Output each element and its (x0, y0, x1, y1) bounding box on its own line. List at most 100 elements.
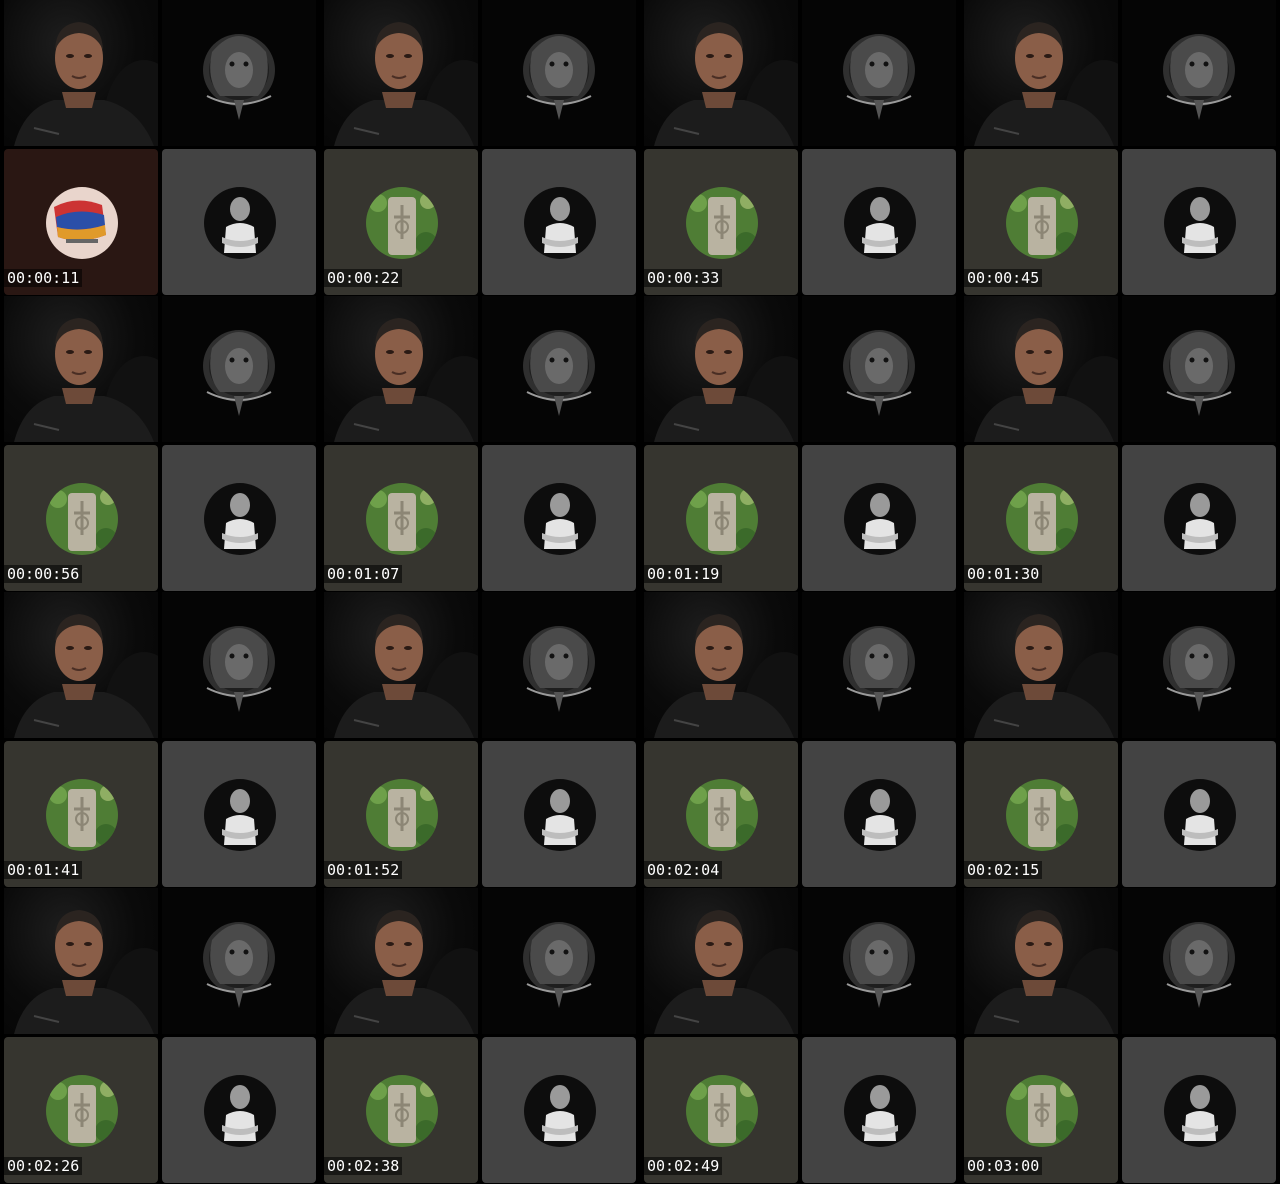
video-thumbnail: 00:02:04 (640, 592, 960, 888)
participant-tile-portrait (802, 149, 956, 295)
participant-tile-portrait (802, 1037, 956, 1183)
bw-portrait-avatar (844, 483, 916, 555)
khachkar-avatar (366, 1075, 438, 1147)
bw-portrait-avatar (204, 779, 276, 851)
participant-tile-portrait (162, 741, 316, 887)
timestamp-label: 00:01:52 (324, 861, 403, 879)
khachkar-avatar (366, 187, 438, 259)
participant-tile-portrait (802, 445, 956, 591)
participant-tile-portrait (162, 149, 316, 295)
host-video-tile (324, 0, 478, 146)
bw-portrait-avatar (204, 1075, 276, 1147)
lion-logo-tile (802, 0, 956, 146)
bw-portrait-avatar (204, 483, 276, 555)
lion-logo-tile (1122, 296, 1276, 442)
participant-tile-portrait (1122, 1037, 1276, 1183)
lion-logo-tile (482, 888, 636, 1034)
host-video-tile (964, 296, 1118, 442)
lion-logo-tile (162, 296, 316, 442)
khachkar-avatar (46, 1075, 118, 1147)
bw-portrait-avatar (844, 779, 916, 851)
participant-tile-portrait (162, 1037, 316, 1183)
video-thumbnail: 00:02:38 (320, 888, 640, 1184)
host-video-tile (4, 296, 158, 442)
video-thumbnail: 00:00:22 (320, 0, 640, 296)
timestamp-label: 00:01:30 (964, 565, 1043, 583)
lion-logo-tile (1122, 592, 1276, 738)
timestamp-label: 00:02:15 (964, 861, 1043, 879)
khachkar-avatar (686, 483, 758, 555)
timestamp-label: 00:01:41 (4, 861, 83, 879)
khachkar-avatar (46, 779, 118, 851)
flag-avatar (46, 187, 118, 259)
bw-portrait-avatar (844, 1075, 916, 1147)
timestamp-label: 00:02:26 (4, 1157, 83, 1175)
timestamp-label: 00:02:49 (644, 1157, 723, 1175)
timestamp-label: 00:01:07 (324, 565, 403, 583)
bw-portrait-avatar (524, 187, 596, 259)
participant-tile-portrait (482, 741, 636, 887)
participant-tile-portrait (1122, 149, 1276, 295)
video-thumbnail: 00:00:11 (0, 0, 320, 296)
host-video-tile (644, 0, 798, 146)
bw-portrait-avatar (524, 483, 596, 555)
khachkar-avatar (1006, 779, 1078, 851)
timestamp-label: 00:00:56 (4, 565, 83, 583)
bw-portrait-avatar (1164, 779, 1236, 851)
timestamp-label: 00:00:11 (4, 269, 83, 287)
bw-portrait-avatar (524, 779, 596, 851)
khachkar-avatar (686, 1075, 758, 1147)
bw-portrait-avatar (1164, 187, 1236, 259)
timestamp-label: 00:03:00 (964, 1157, 1043, 1175)
host-video-tile (644, 592, 798, 738)
participant-tile-portrait (1122, 741, 1276, 887)
video-thumbnail: 00:01:41 (0, 592, 320, 888)
host-video-tile (4, 592, 158, 738)
bw-portrait-avatar (524, 1075, 596, 1147)
host-video-tile (324, 296, 478, 442)
lion-logo-tile (482, 592, 636, 738)
host-video-tile (964, 592, 1118, 738)
bw-portrait-avatar (1164, 483, 1236, 555)
video-thumbnail: 00:00:33 (640, 0, 960, 296)
video-thumbnail: 00:02:15 (960, 592, 1280, 888)
timestamp-label: 00:01:19 (644, 565, 723, 583)
bw-portrait-avatar (204, 187, 276, 259)
host-video-tile (964, 0, 1118, 146)
timestamp-label: 00:00:22 (324, 269, 403, 287)
timestamp-label: 00:02:04 (644, 861, 723, 879)
participant-tile-portrait (1122, 445, 1276, 591)
host-video-tile (324, 888, 478, 1034)
host-video-tile (644, 296, 798, 442)
video-thumbnail: 00:02:26 (0, 888, 320, 1184)
host-video-tile (4, 0, 158, 146)
bw-portrait-avatar (1164, 1075, 1236, 1147)
host-video-tile (4, 888, 158, 1034)
participant-tile-portrait (482, 445, 636, 591)
lion-logo-tile (162, 888, 316, 1034)
khachkar-avatar (1006, 187, 1078, 259)
khachkar-avatar (366, 483, 438, 555)
timestamp-label: 00:02:38 (324, 1157, 403, 1175)
host-video-tile (964, 888, 1118, 1034)
host-video-tile (324, 592, 478, 738)
lion-logo-tile (1122, 0, 1276, 146)
khachkar-avatar (46, 483, 118, 555)
participant-tile-portrait (162, 445, 316, 591)
video-thumbnail: 00:01:30 (960, 296, 1280, 592)
lion-logo-tile (162, 0, 316, 146)
host-video-tile (644, 888, 798, 1034)
lion-logo-tile (162, 592, 316, 738)
khachkar-avatar (686, 187, 758, 259)
participant-tile-portrait (482, 1037, 636, 1183)
khachkar-avatar (1006, 483, 1078, 555)
participant-tile-portrait (482, 149, 636, 295)
video-thumbnail: 00:01:52 (320, 592, 640, 888)
video-thumbnail: 00:01:19 (640, 296, 960, 592)
video-thumbnail: 00:02:49 (640, 888, 960, 1184)
contact-sheet-grid: 00:00:11 00:00:22 00:00:33 00:00:45 00:0… (0, 0, 1280, 1184)
lion-logo-tile (802, 888, 956, 1034)
lion-logo-tile (802, 296, 956, 442)
video-thumbnail: 00:00:45 (960, 0, 1280, 296)
participant-tile-portrait (802, 741, 956, 887)
